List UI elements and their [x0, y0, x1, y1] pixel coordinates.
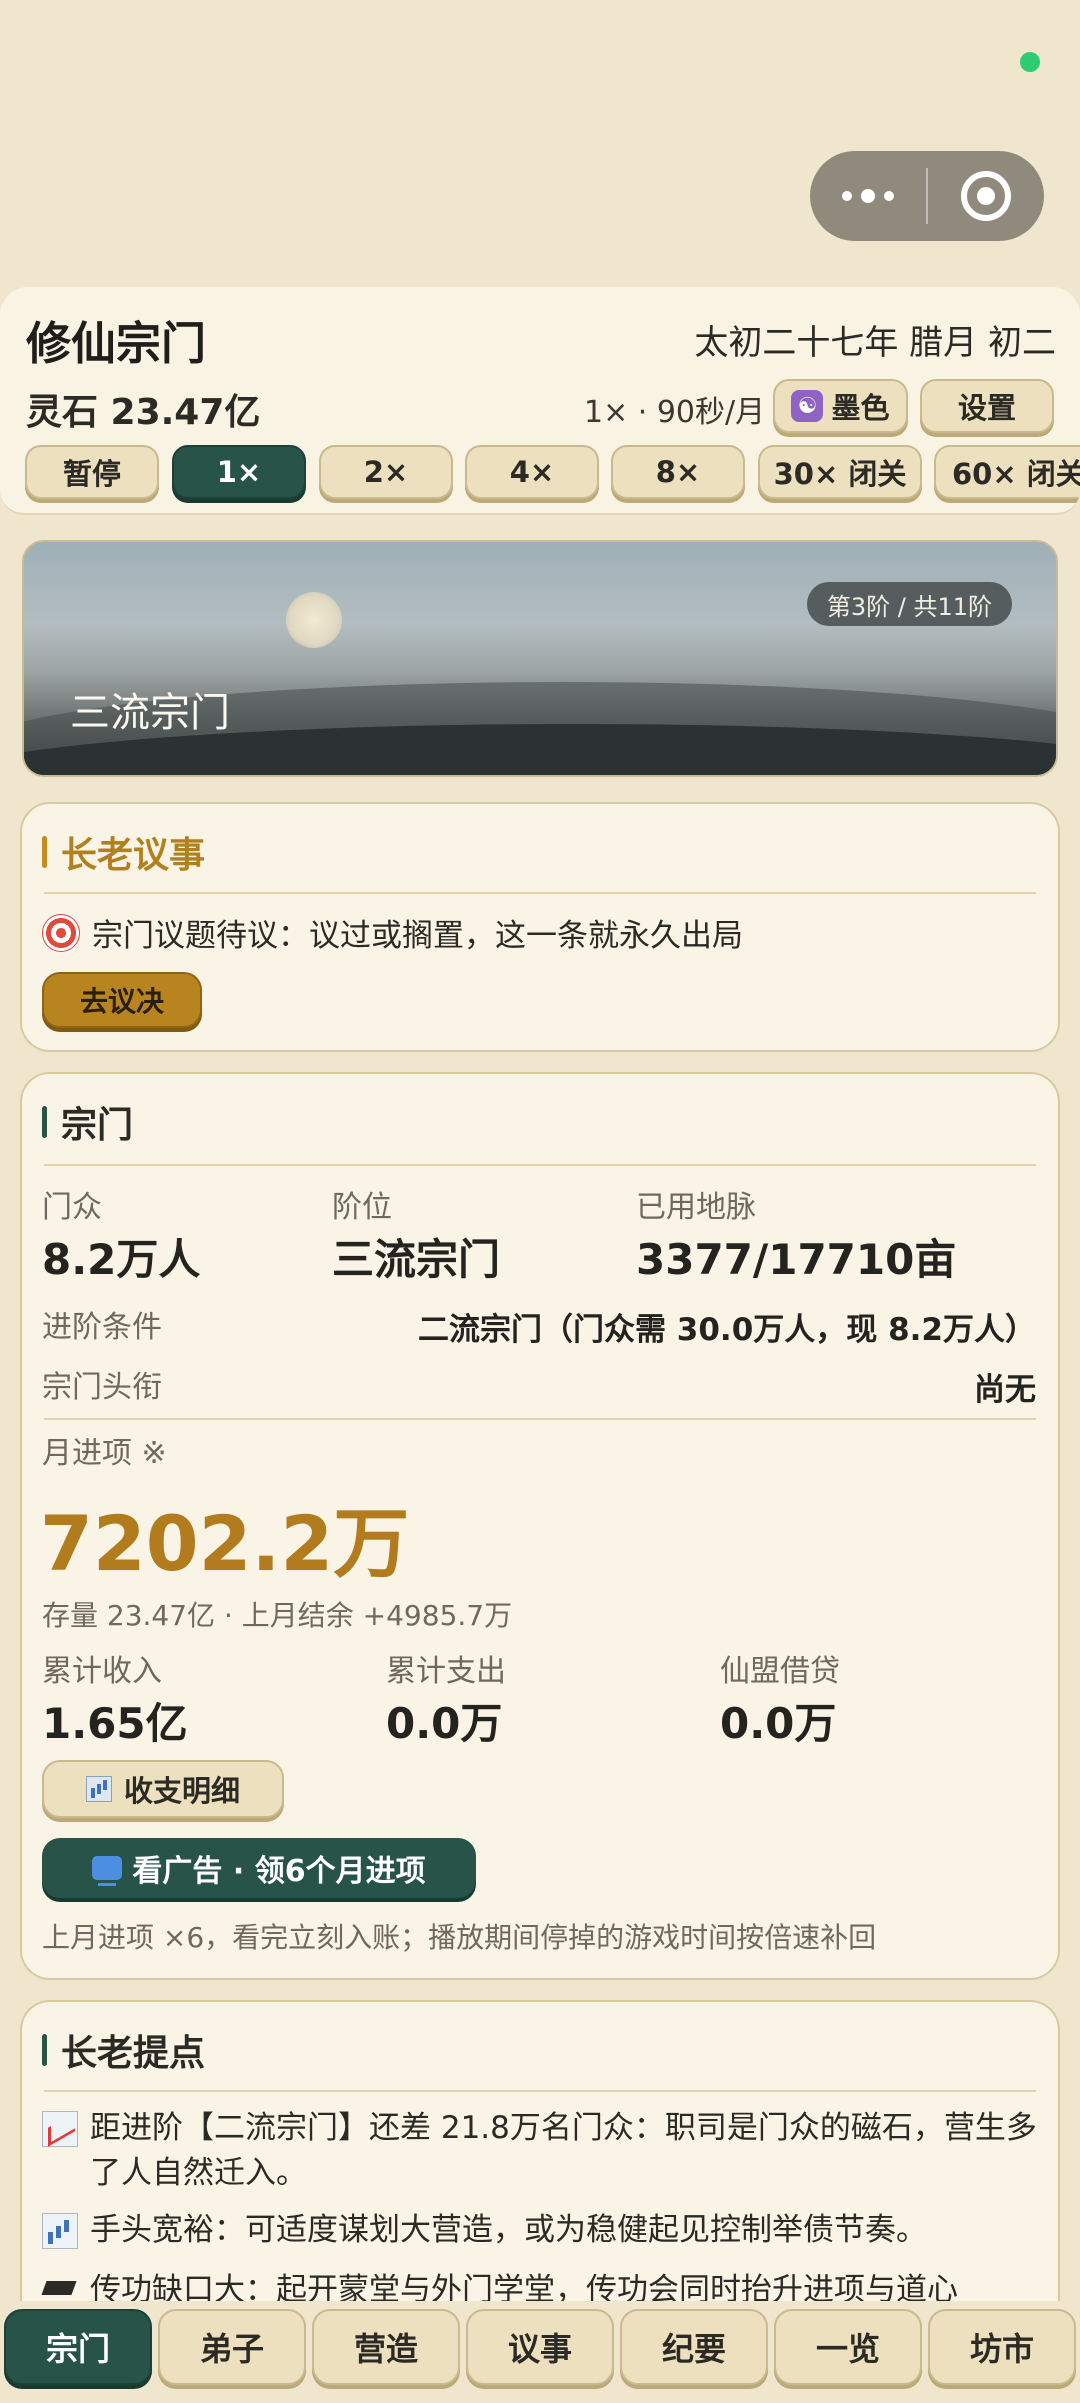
members-label: 门众 [42, 1190, 102, 1225]
speed-30x-button[interactable]: 30× 闭关 [758, 445, 922, 499]
tips-title: 长老提点 [61, 2033, 206, 2074]
target-icon [42, 913, 80, 952]
moon-illustration [286, 592, 342, 648]
settings-button[interactable]: 设置 [920, 379, 1054, 433]
title-accent-bar [42, 836, 47, 868]
bar-chart-icon [42, 2213, 78, 2249]
tip-item: 距进阶【二流宗门】还差 21.8万名门众：职司是门众的磁石，营生多了人自然迁入。 [42, 2106, 1042, 2196]
divider [44, 2090, 1036, 2092]
watch-ad-button[interactable]: 看广告 · 领6个月进项 [42, 1838, 476, 1898]
nav-tab-disciples[interactable]: 弟子 [158, 2309, 306, 2385]
members-value: 8.2万人 [42, 1235, 201, 1284]
speed-60x-button[interactable]: 60× 闭关 [934, 445, 1080, 499]
close-miniapp-icon[interactable] [928, 171, 1044, 221]
status-indicator-dot [1020, 52, 1040, 72]
divider [44, 1418, 1036, 1420]
card-title: 长老提点 [42, 2024, 205, 2076]
speed-4x-button[interactable]: 4× [465, 445, 599, 499]
storage-balance-line: 存量 23.47亿 · 上月结余 +4985.7万 [42, 1599, 513, 1632]
elder-council-card: 长老议事 宗门议题待议：议过或搁置，这一条就永久出局 去议决 [20, 802, 1060, 1052]
go-decide-button[interactable]: 去议决 [42, 972, 202, 1028]
spirit-stones-balance: 灵石 23.47亿 [26, 392, 261, 433]
top-header: 修仙宗门 太初二十七年 腊月 初二 灵石 23.47亿 1× · 90秒/月 ☯… [0, 287, 1080, 515]
nav-tab-overview[interactable]: 一览 [774, 2309, 922, 2385]
card-title: 长老议事 [42, 826, 205, 878]
bottom-navigation: 宗门 弟子 营造 议事 纪要 一览 坊市 [0, 2301, 1080, 2403]
speed-info: 1× · 90秒/月 [584, 395, 766, 430]
council-title: 长老议事 [61, 835, 206, 876]
title-accent-bar [42, 1106, 47, 1138]
nav-tab-chronicle[interactable]: 纪要 [620, 2309, 768, 2385]
advance-condition-value: 二流宗门（门众需 30.0万人，现 8.2万人） [418, 1312, 1036, 1348]
sect-honor-value: 尚无 [974, 1372, 1036, 1408]
yin-yang-icon: ☯ [791, 390, 824, 422]
title-accent-bar [42, 2034, 47, 2066]
game-date: 太初二十七年 腊月 初二 [694, 323, 1056, 363]
monthly-income-label: 月进项 ※ [42, 1436, 167, 1471]
land-value: 3377/17710亩 [636, 1235, 957, 1284]
advance-condition-label: 进阶条件 [42, 1310, 162, 1345]
divider [44, 892, 1036, 894]
more-options-icon[interactable] [810, 189, 926, 203]
divider [44, 1164, 1036, 1166]
speed-pause-button[interactable]: 暂停 [25, 445, 159, 499]
sect-overview-card: 宗门 门众 8.2万人 阶位 三流宗门 已用地脉 3377/17710亩 进阶条… [20, 1072, 1060, 1980]
rank-label: 阶位 [332, 1190, 392, 1225]
nav-tab-sect[interactable]: 宗门 [4, 2309, 152, 2385]
trend-up-icon [42, 2111, 78, 2147]
rank-value: 三流宗门 [332, 1235, 501, 1284]
ledger-detail-label: 收支明细 [123, 1774, 240, 1808]
total-expense-label: 累计支出 [386, 1654, 506, 1689]
speed-1x-button[interactable]: 1× [172, 445, 306, 499]
ad-reward-note: 上月进项 ×6，看完立刻入账；播放期间停掉的游戏时间按倍速补回 [42, 1921, 877, 1954]
tip-text: 手头宽裕：可适度谋划大营造，或为稳健起见控制举债节奏。 [90, 2212, 927, 2248]
land-label: 已用地脉 [636, 1190, 756, 1225]
alliance-loan-value: 0.0万 [720, 1699, 837, 1748]
ink-theme-button[interactable]: ☯ 墨色 [773, 379, 908, 433]
bar-chart-icon [85, 1776, 112, 1802]
sect-rank-banner: 第3阶 / 共11阶 三流宗门 [22, 540, 1058, 777]
council-pending-text: 宗门议题待议：议过或搁置，这一条就永久出局 [92, 918, 743, 954]
sect-title: 宗门 [61, 1105, 134, 1146]
miniapp-capsule [810, 151, 1044, 241]
rank-progress-badge: 第3阶 / 共11阶 [806, 582, 1012, 626]
elder-tips-card: 长老提点 距进阶【二流宗门】还差 21.8万名门众：职司是门众的磁石，营生多了人… [20, 2000, 1060, 2330]
card-title: 宗门 [42, 1096, 133, 1148]
tv-icon [92, 1856, 123, 1886]
watch-ad-label: 看广告 · 领6个月进项 [132, 1854, 426, 1889]
ink-theme-label: 墨色 [831, 391, 890, 425]
rank-name: 三流宗门 [70, 690, 230, 736]
alliance-loan-label: 仙盟借贷 [720, 1654, 840, 1689]
council-pending-item: 宗门议题待议：议过或搁置，这一条就永久出局 [42, 910, 743, 955]
speed-2x-button[interactable]: 2× [319, 445, 453, 499]
speed-8x-button[interactable]: 8× [611, 445, 745, 499]
total-income-value: 1.65亿 [42, 1699, 188, 1748]
nav-tab-council[interactable]: 议事 [466, 2309, 614, 2385]
sect-honor-label: 宗门头衔 [42, 1370, 162, 1405]
nav-tab-market[interactable]: 坊市 [928, 2309, 1076, 2385]
monthly-income-value: 7202.2万 [40, 1499, 410, 1588]
total-income-label: 累计收入 [42, 1654, 162, 1689]
tip-item: 手头宽裕：可适度谋划大营造，或为稳健起见控制举债节奏。 [42, 2208, 1042, 2253]
ledger-detail-button[interactable]: 收支明细 [42, 1760, 284, 1818]
tip-text: 距进阶【二流宗门】还差 21.8万名门众：职司是门众的磁石，营生多了人自然迁入。 [90, 2110, 1037, 2191]
app-title: 修仙宗门 [26, 317, 207, 370]
total-expense-value: 0.0万 [386, 1699, 503, 1748]
nav-tab-construction[interactable]: 营造 [312, 2309, 460, 2385]
